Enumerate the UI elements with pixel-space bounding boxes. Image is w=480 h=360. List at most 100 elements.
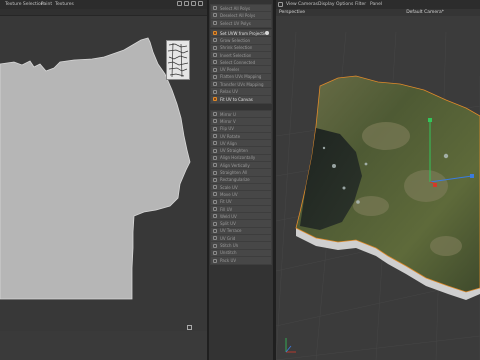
maximize-icon[interactable] xyxy=(198,1,203,6)
command-label: Stitch UV xyxy=(220,243,239,249)
set-uvw-from-projection-button[interactable]: Set UVW from Projection xyxy=(211,30,271,38)
command-row[interactable]: Align Horizontally xyxy=(211,155,271,163)
uv-command-panel: Select All Polys Deselect All Polys Sele… xyxy=(209,0,273,360)
command-row[interactable]: Select UV Polys xyxy=(211,20,271,27)
command-row[interactable]: Split UV xyxy=(211,220,271,228)
command-row[interactable]: Align Vertically xyxy=(211,162,271,170)
command-row[interactable]: Shrink Selection xyxy=(211,45,271,52)
frame-icon[interactable] xyxy=(191,1,196,6)
command-row[interactable]: Fit UV xyxy=(211,199,271,206)
command-icon xyxy=(213,13,217,18)
command-row[interactable]: UV Grid xyxy=(211,235,271,243)
command-icon xyxy=(213,82,217,87)
command-label: Scale UV xyxy=(220,184,238,190)
command-row[interactable]: UV Align xyxy=(211,140,271,148)
command-row[interactable]: Pack UV xyxy=(211,257,271,264)
menu-view[interactable]: View xyxy=(286,2,297,7)
command-icon xyxy=(213,177,217,182)
command-icon xyxy=(213,31,217,36)
command-label: Fit UV to Canvas xyxy=(220,96,253,102)
menu-panel[interactable]: Panel xyxy=(370,2,382,7)
command-row[interactable]: Deselect All Polys xyxy=(211,12,271,20)
command-icon xyxy=(213,243,217,248)
command-label: Move UV xyxy=(220,191,238,197)
command-row[interactable]: Transfer UVs Mapping xyxy=(211,81,271,89)
menu-filter[interactable]: Filter xyxy=(355,2,366,7)
command-row[interactable]: Flip UV xyxy=(211,126,271,133)
command-row[interactable]: Straighten All xyxy=(211,169,271,177)
command-icon xyxy=(213,45,217,50)
command-label: UV Straighten xyxy=(220,148,248,154)
command-label: Invert Selection xyxy=(220,52,252,58)
camera-name: Default Camera xyxy=(406,10,442,15)
zoom-icon[interactable] xyxy=(184,1,189,6)
uv-window-controls xyxy=(177,1,203,6)
command-label: Select All Polys xyxy=(220,5,251,11)
command-row[interactable]: Select Connected xyxy=(211,59,271,67)
uv-canvas[interactable] xyxy=(0,16,207,331)
menu-paint[interactable]: Paint xyxy=(41,2,52,7)
command-label: UV Rotate xyxy=(220,133,241,139)
command-label: Shrink Selection xyxy=(220,45,253,51)
command-label: UV Align xyxy=(220,140,237,146)
command-icon xyxy=(213,163,217,168)
command-label: Mirror U xyxy=(220,111,236,117)
command-row[interactable]: UV Terrace xyxy=(211,228,271,236)
uv-menubar: Texture Selection Paint Textures xyxy=(0,0,207,9)
view-mode-label[interactable]: Perspective xyxy=(279,10,305,15)
command-row[interactable]: Fill UV xyxy=(211,206,271,214)
command-row[interactable]: Weld UV xyxy=(211,213,271,221)
menu-display[interactable]: Display xyxy=(318,2,335,7)
command-row[interactable]: Mirror U xyxy=(211,111,271,119)
command-row[interactable]: Unstitch xyxy=(211,250,271,257)
command-icon xyxy=(213,74,217,79)
command-row[interactable]: Stitch UV xyxy=(211,242,271,250)
texture-preview-thumbnail xyxy=(166,40,190,80)
command-label: Unstitch xyxy=(220,250,237,256)
resize-icon[interactable] xyxy=(187,325,192,330)
viewport-header: Perspective Default Camera* xyxy=(276,9,480,16)
command-icon xyxy=(213,126,217,131)
command-label: Straighten All xyxy=(220,170,248,176)
command-label: Set UVW from Projection xyxy=(220,30,266,36)
command-row[interactable]: Mirror V xyxy=(211,118,271,126)
viewport-scene[interactable] xyxy=(276,16,480,360)
menu-texture-selection[interactable]: Texture Selection xyxy=(5,2,44,7)
camera-label[interactable]: Default Camera* xyxy=(406,10,444,15)
command-icon xyxy=(213,38,217,43)
command-icon xyxy=(213,207,217,212)
3d-viewport[interactable]: View Cameras Display Options Filter Pane… xyxy=(276,0,480,360)
uv-toolbar xyxy=(0,9,207,16)
command-row[interactable]: Invert Selection xyxy=(211,52,271,60)
command-row[interactable]: Flatten UVs Mapping xyxy=(211,74,271,82)
command-label: Mirror V xyxy=(220,118,236,124)
viewport-menu-icon[interactable] xyxy=(278,2,283,7)
command-row[interactable]: Scale UV xyxy=(211,184,271,192)
command-group-edit: Scale UV Move UV Fit UV Fill UV Weld UV … xyxy=(210,183,272,266)
command-icon xyxy=(213,185,217,190)
command-row[interactable]: UV Peeler xyxy=(211,66,271,74)
camera-modified-marker: * xyxy=(441,10,444,15)
command-label: Flatten UVs Mapping xyxy=(220,74,262,80)
command-label: UV Terrace xyxy=(220,228,242,234)
command-icon xyxy=(213,112,217,117)
command-label: UV Grid xyxy=(220,235,236,241)
command-icon xyxy=(213,141,217,146)
command-row[interactable]: Grow Selection xyxy=(211,37,271,45)
command-group-selection: Select All Polys Deselect All Polys Sele… xyxy=(210,4,272,28)
command-icon xyxy=(213,134,217,139)
command-row[interactable]: Move UV xyxy=(211,191,271,199)
command-group-projection: Set UVW from Projection Grow Selection S… xyxy=(210,29,272,104)
fit-uv-to-canvas-button[interactable]: Fit UV to Canvas xyxy=(211,96,271,103)
command-row[interactable]: Select All Polys xyxy=(211,5,271,13)
command-row[interactable]: UV Straighten xyxy=(211,147,271,155)
command-label: Deselect All Polys xyxy=(220,12,256,18)
command-group-transform: Mirror U Mirror V Flip UV UV Rotate UV A… xyxy=(210,110,272,193)
menu-textures[interactable]: Textures xyxy=(55,2,74,7)
command-row[interactable]: UV Rotate xyxy=(211,133,271,141)
command-row[interactable]: Relax UV xyxy=(211,88,271,96)
menu-options[interactable]: Options xyxy=(336,2,353,7)
command-icon xyxy=(213,170,217,175)
menu-cameras[interactable]: Cameras xyxy=(298,2,318,7)
move-icon[interactable] xyxy=(177,1,182,6)
